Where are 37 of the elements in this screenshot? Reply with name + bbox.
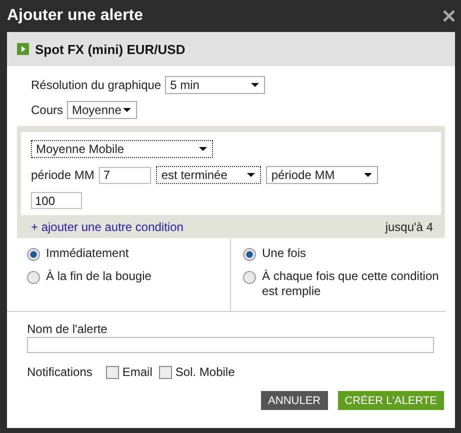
checkbox[interactable] bbox=[159, 366, 172, 378]
dropdown[interactable]: période MM bbox=[266, 166, 378, 184]
radio-button[interactable] bbox=[27, 271, 40, 284]
radio-button[interactable] bbox=[243, 248, 256, 261]
caret-icon bbox=[247, 173, 256, 177]
instrument-name: Spot FX (mini) EUR/USD bbox=[35, 42, 186, 56]
limit-text: jusqu'à 4 bbox=[385, 220, 433, 234]
option-label: À la fin de la bougie bbox=[46, 269, 152, 284]
option-label: Email bbox=[122, 365, 152, 379]
caret-icon bbox=[364, 173, 372, 177]
checkbox[interactable] bbox=[106, 366, 120, 378]
add-condition-link[interactable]: + ajouter une autre condition bbox=[31, 220, 184, 234]
field-label: période MM bbox=[31, 168, 94, 182]
dropdown[interactable]: Moyenne bbox=[67, 101, 138, 119]
field-label: Notifications bbox=[27, 365, 92, 379]
radio-button[interactable] bbox=[243, 271, 256, 284]
option-label: Sol. Mobile bbox=[175, 365, 235, 379]
play-icon bbox=[17, 43, 29, 55]
dropdown[interactable]: est terminée bbox=[156, 166, 262, 184]
field-label: Nom de l'alerte bbox=[27, 322, 108, 336]
caret-icon bbox=[199, 147, 207, 151]
input-field[interactable]: 7 bbox=[99, 166, 152, 184]
option-label: Immédiatement bbox=[46, 246, 129, 261]
input-field[interactable] bbox=[27, 337, 434, 353]
caret-icon bbox=[123, 108, 132, 112]
radio-button[interactable] bbox=[27, 248, 40, 261]
field-label: Résolution du graphique bbox=[31, 78, 162, 92]
dropdown[interactable]: 5 min bbox=[165, 76, 266, 94]
option-label: Une fois bbox=[262, 246, 306, 261]
window-title: Ajouter une alerte bbox=[7, 7, 144, 25]
input-field[interactable]: 100 bbox=[31, 192, 82, 209]
caret-icon bbox=[251, 83, 260, 87]
close-icon bbox=[443, 10, 455, 22]
cancel-button[interactable]: ANNULER bbox=[261, 391, 328, 410]
field-label: Cours bbox=[31, 103, 64, 117]
option-label: À chaque fois que cette condition est remplie bbox=[262, 269, 440, 299]
dropdown[interactable]: Moyenne Mobile bbox=[31, 140, 213, 158]
